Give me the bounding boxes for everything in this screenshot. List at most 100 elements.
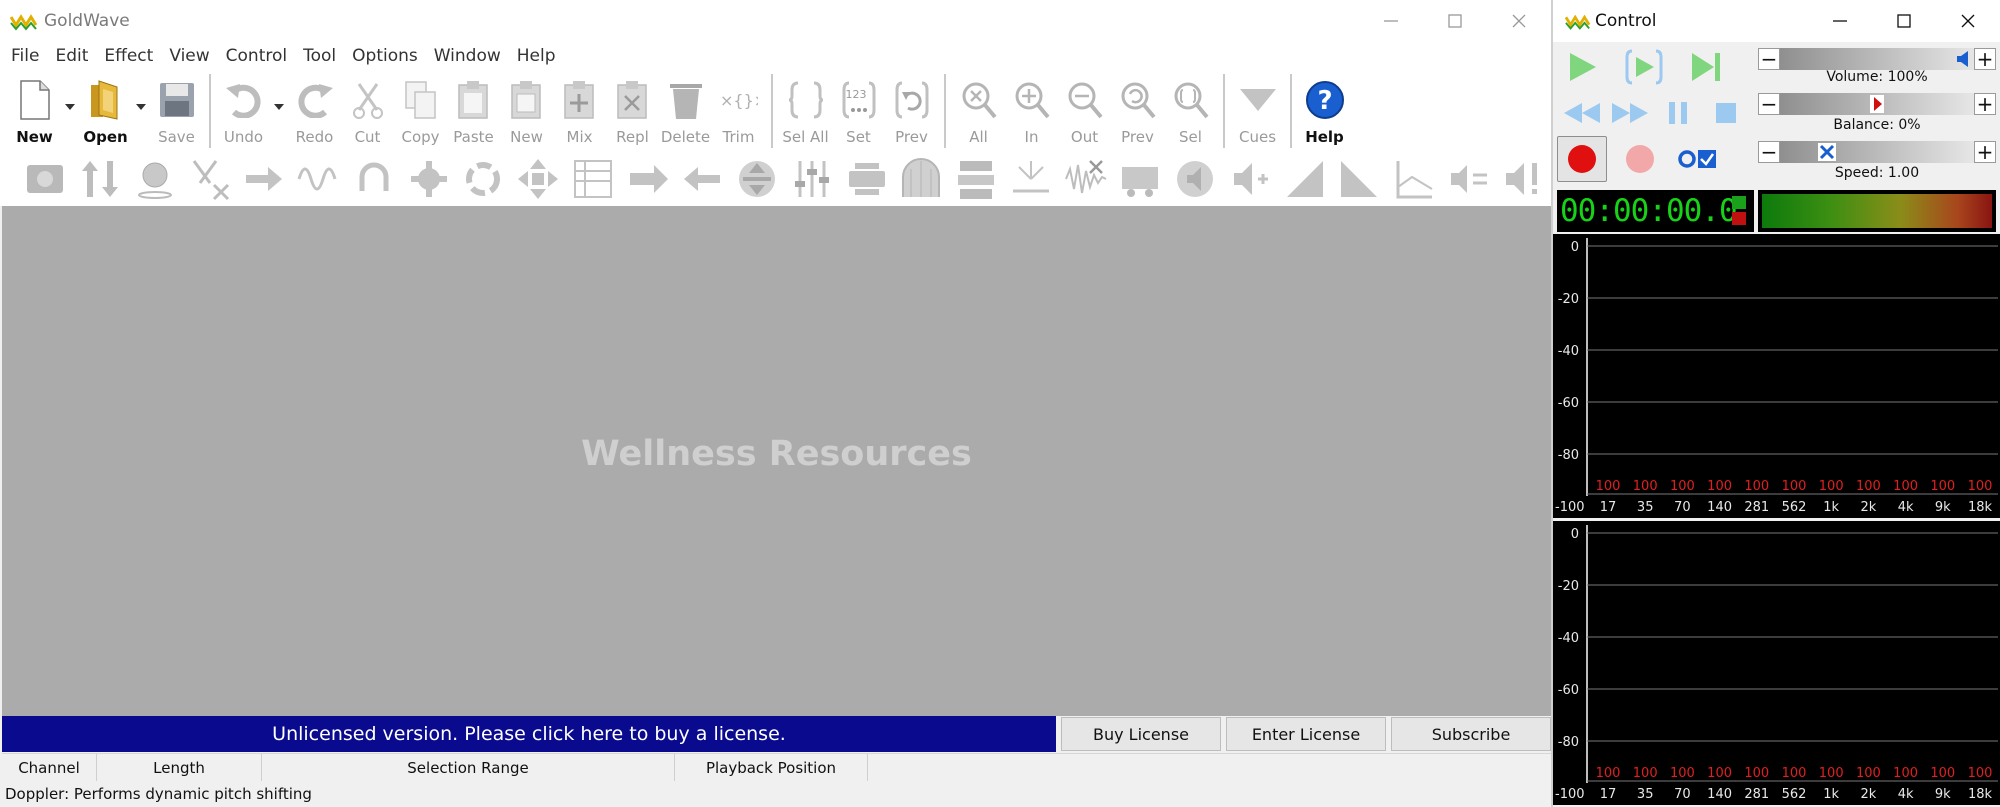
effect-button[interactable] (620, 154, 675, 204)
delete-button[interactable]: Delete (659, 70, 712, 150)
paste-button[interactable]: Paste (447, 70, 500, 150)
effect-button[interactable] (73, 154, 128, 204)
rewind-button[interactable] (1557, 90, 1607, 136)
effect-button[interactable] (566, 154, 621, 204)
effect-button[interactable] (785, 154, 840, 204)
effect-button[interactable] (1004, 154, 1059, 204)
control-close-button[interactable] (1936, 0, 2000, 42)
effect-button[interactable] (675, 154, 730, 204)
redo-button[interactable]: Redo (288, 70, 341, 150)
effect-button[interactable] (949, 154, 1004, 204)
play-button[interactable] (1557, 44, 1607, 90)
effect-button[interactable] (730, 154, 785, 204)
speed-increase-button[interactable]: + (1974, 141, 1996, 163)
previous-selection-button[interactable]: Prev (885, 70, 938, 150)
undo-button[interactable]: Undo (217, 70, 270, 150)
save-button[interactable]: Save (150, 70, 203, 150)
effect-button[interactable] (401, 154, 456, 204)
speed-decrease-button[interactable]: − (1758, 141, 1780, 163)
zoom-selection-button[interactable]: Sel (1164, 70, 1217, 150)
open-button[interactable]: Open (79, 70, 132, 150)
main-title-bar[interactable]: GoldWave (0, 0, 1551, 42)
effect-button[interactable] (1332, 154, 1387, 204)
menu-edit[interactable]: Edit (49, 46, 98, 66)
effect-button[interactable] (1168, 154, 1223, 204)
enter-license-button[interactable]: Enter License (1226, 717, 1386, 751)
effect-button[interactable] (347, 154, 402, 204)
volume-increase-button[interactable]: + (1974, 48, 1996, 70)
effect-button[interactable] (456, 154, 511, 204)
effect-button[interactable] (894, 154, 949, 204)
undo-dropdown-arrow[interactable] (270, 70, 288, 150)
status-column-length: Length (97, 754, 262, 782)
buy-license-button[interactable]: Buy License (1061, 717, 1221, 751)
cut-button[interactable]: Cut (341, 70, 394, 150)
paste-new-button[interactable]: New (500, 70, 553, 150)
effect-button[interactable] (128, 154, 183, 204)
effect-button[interactable] (18, 154, 73, 204)
cues-button[interactable]: Cues (1231, 70, 1284, 150)
select-all-button[interactable]: Sel All (779, 70, 832, 150)
menu-view[interactable]: View (163, 46, 219, 66)
spectrum-analyzer-right[interactable]: 0 -20 -40 -60 -80 -100 17 100 35 100 70 100 140 100 28… (1553, 521, 2000, 805)
zoom-out-button[interactable]: Out (1058, 70, 1111, 150)
menu-effect[interactable]: Effect (98, 46, 163, 66)
monitor-record-toggle[interactable] (1673, 136, 1723, 182)
record-selection-button[interactable] (1615, 136, 1665, 182)
replace-button[interactable]: Repl (606, 70, 659, 150)
zoom-all-button[interactable]: All (952, 70, 1005, 150)
effect-button[interactable] (237, 154, 292, 204)
effect-button[interactable] (1387, 154, 1442, 204)
effect-button[interactable] (1058, 154, 1113, 204)
minimize-button[interactable] (1359, 0, 1423, 42)
menu-file[interactable]: File (5, 46, 49, 66)
menu-help[interactable]: Help (511, 46, 566, 66)
new-button[interactable]: New (8, 70, 61, 150)
speed-track[interactable] (1780, 141, 1974, 163)
subscribe-button[interactable]: Subscribe (1391, 717, 1551, 751)
control-title-bar[interactable]: Control (1553, 0, 2000, 42)
balance-decrease-button[interactable]: − (1758, 93, 1780, 115)
effect-button[interactable] (1442, 154, 1497, 204)
play-selection-button[interactable] (1619, 44, 1669, 90)
fast-forward-button[interactable] (1605, 90, 1655, 136)
spectrum-peak-value: 100 (1819, 766, 1844, 781)
open-dropdown-arrow[interactable] (132, 70, 150, 150)
effect-button[interactable] (1277, 154, 1332, 204)
menu-options[interactable]: Options (346, 46, 428, 66)
control-maximize-button[interactable] (1872, 0, 1936, 42)
trim-button[interactable]: ×{}× Trim (712, 70, 765, 150)
zoom-in-button[interactable]: In (1005, 70, 1058, 150)
effect-button[interactable] (1496, 154, 1551, 204)
volume-track[interactable] (1780, 48, 1974, 70)
balance-track[interactable] (1780, 93, 1974, 115)
effect-compressor-icon (848, 163, 885, 195)
unlicensed-message-link[interactable]: Unlicensed version. Please click here to… (2, 716, 1056, 752)
wave-workspace[interactable]: Wellness Resources (2, 206, 1551, 716)
menu-window[interactable]: Window (428, 46, 511, 66)
balance-increase-button[interactable]: + (1974, 93, 1996, 115)
zoom-previous-button[interactable]: Prev (1111, 70, 1164, 150)
volume-decrease-button[interactable]: − (1758, 48, 1780, 70)
effect-button[interactable] (839, 154, 894, 204)
control-minimize-button[interactable] (1808, 0, 1872, 42)
effect-button[interactable] (1113, 154, 1168, 204)
effect-button[interactable] (292, 154, 347, 204)
stop-button[interactable] (1701, 90, 1751, 136)
mix-button[interactable]: Mix (553, 70, 606, 150)
effect-button[interactable] (511, 154, 566, 204)
pause-button[interactable] (1653, 90, 1703, 136)
close-button[interactable] (1487, 0, 1551, 42)
maximize-button[interactable] (1423, 0, 1487, 42)
new-dropdown-arrow[interactable] (61, 70, 79, 150)
effect-button[interactable] (182, 154, 237, 204)
help-button[interactable]: ? Help (1298, 70, 1351, 150)
copy-button[interactable]: Copy (394, 70, 447, 150)
menu-control[interactable]: Control (220, 46, 297, 66)
play-to-end-button[interactable] (1681, 44, 1731, 90)
record-button[interactable] (1557, 136, 1607, 182)
set-button[interactable]: 123 Set (832, 70, 885, 150)
effect-button[interactable] (1223, 154, 1278, 204)
spectrum-analyzer-left[interactable]: 0 -20 -40 -60 -80 -100 17 100 35 100 70 100 140 100 28… (1553, 234, 2000, 518)
menu-tool[interactable]: Tool (297, 46, 346, 66)
